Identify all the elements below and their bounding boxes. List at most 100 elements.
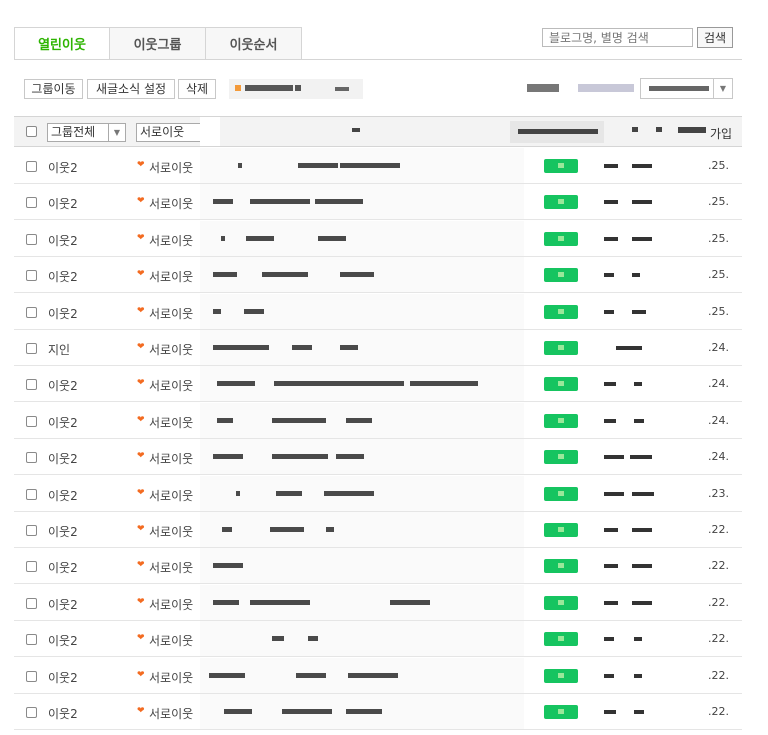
blurred-blog-name [221, 235, 225, 241]
blog-name-cell[interactable] [200, 512, 524, 547]
news-setting-button[interactable]: 새글소식 설정 [87, 79, 175, 99]
blog-name-cell[interactable] [200, 439, 524, 475]
row-checkbox[interactable] [26, 306, 37, 318]
relation-label[interactable]: 서로이웃 [149, 305, 193, 322]
group-label: 이웃2 [48, 306, 78, 321]
relation-label[interactable]: 서로이웃 [149, 159, 193, 176]
blurred-blog-name [276, 490, 302, 496]
search-button[interactable]: 검색 [697, 27, 733, 48]
blurred-blog-name [298, 163, 338, 168]
table-row: 이웃2 ❤ 서로이웃 .22. [14, 621, 742, 658]
select-all-checkbox[interactable] [26, 126, 37, 137]
sort-select[interactable]: ▼ [640, 78, 733, 99]
relation-label[interactable]: 서로이웃 [149, 341, 193, 358]
table-row: 이웃2 ❤ 서로이웃 .25. [14, 184, 742, 221]
joined-date: .24. [708, 413, 729, 427]
relation-label[interactable]: 서로이웃 [149, 669, 193, 686]
row-checkbox[interactable] [26, 597, 37, 609]
blog-name-cell[interactable] [200, 621, 524, 657]
joined-date: .24. [708, 341, 729, 354]
status-badge [544, 523, 578, 537]
blurred-date-part [604, 564, 618, 569]
relation-filter-select[interactable]: 서로이웃 [136, 123, 200, 142]
blog-name-cell[interactable] [200, 584, 524, 620]
row-checkbox[interactable] [26, 452, 37, 464]
relation-label[interactable]: 서로이웃 [149, 268, 193, 285]
blurred-blog-name [324, 490, 374, 496]
relation-label[interactable]: 서로이웃 [149, 705, 193, 722]
joined-date: .22. [708, 559, 729, 573]
blog-name-cell[interactable] [200, 148, 524, 183]
group-label: 이웃2 [48, 634, 78, 649]
blog-name-cell[interactable] [200, 548, 524, 584]
blurred-date-part [604, 637, 614, 642]
chevron-down-icon: ▼ [713, 79, 732, 98]
status-badge [544, 268, 578, 283]
group-filter-select[interactable]: 그룹전체 ▼ [47, 123, 126, 142]
blog-name-cell[interactable] [200, 293, 524, 329]
blog-name-cell[interactable] [200, 694, 524, 729]
row-checkbox[interactable] [26, 197, 37, 209]
blurred-toolbar-area [229, 79, 363, 99]
tab-neighbor-order[interactable]: 이웃순서 [206, 27, 302, 60]
row-checkbox[interactable] [26, 707, 37, 718]
relation-label[interactable]: 서로이웃 [149, 632, 193, 649]
blog-name-cell[interactable] [200, 402, 524, 438]
relation-label[interactable]: 서로이웃 [149, 414, 193, 431]
relation-label[interactable]: 서로이웃 [149, 450, 193, 467]
blurred-blog-name [318, 235, 346, 241]
row-checkbox[interactable] [26, 670, 37, 682]
tab-open-neighbors[interactable]: 열린이웃 [14, 27, 110, 60]
blurred-date-part [634, 637, 642, 642]
blog-name-cell[interactable] [200, 184, 524, 220]
row-checkbox[interactable] [26, 379, 37, 391]
row-checkbox[interactable] [26, 415, 37, 427]
heart-icon: ❤ [137, 451, 145, 462]
blurred-header [510, 121, 604, 143]
row-checkbox[interactable] [26, 161, 37, 172]
row-checkbox[interactable] [26, 343, 37, 354]
blog-name-cell[interactable] [200, 657, 524, 693]
row-checkbox[interactable] [26, 525, 37, 536]
blog-name-cell[interactable] [200, 330, 524, 365]
joined-date: .25. [708, 231, 729, 245]
search-input[interactable] [542, 28, 693, 47]
blog-name-cell[interactable] [200, 475, 524, 511]
delete-button[interactable]: 삭제 [178, 79, 216, 99]
table-row: 이웃2 ❤ 서로이웃 .25. [14, 148, 742, 184]
joined-date: .24. [708, 450, 729, 464]
heart-icon: ❤ [137, 232, 145, 243]
blurred-blog-name [213, 599, 239, 605]
blog-name-cell[interactable] [200, 220, 524, 256]
group-label: 이웃2 [48, 707, 78, 721]
status-badge [544, 486, 578, 501]
row-checkbox[interactable] [26, 561, 37, 573]
row-checkbox[interactable] [26, 233, 37, 245]
relation-label[interactable]: 서로이웃 [149, 195, 193, 212]
row-checkbox[interactable] [26, 270, 37, 282]
status-badge [544, 559, 578, 574]
relation-label[interactable]: 서로이웃 [149, 596, 193, 613]
blurred-blog-name [213, 272, 237, 278]
tab-bar: 열린이웃 이웃그룹 이웃순서 [14, 27, 302, 60]
row-checkbox[interactable] [26, 634, 37, 646]
relation-label[interactable]: 서로이웃 [149, 487, 193, 504]
relation-label[interactable]: 서로이웃 [149, 377, 193, 394]
group-label: 이웃2 [48, 233, 78, 248]
blurred-date-part [604, 200, 618, 205]
blurred-date-part [632, 273, 640, 278]
relation-label[interactable]: 서로이웃 [149, 559, 193, 576]
table-row: 이웃2 ❤ 서로이웃 .22. [14, 548, 742, 585]
tab-neighbor-groups[interactable]: 이웃그룹 [110, 27, 206, 60]
joined-date: .25. [708, 195, 729, 209]
table-header: 그룹전체 ▼ 서로이웃 가입 [14, 116, 742, 147]
move-group-button[interactable]: 그룹이동 [24, 79, 83, 99]
group-label: 이웃2 [48, 415, 78, 430]
relation-label[interactable]: 서로이웃 [149, 232, 193, 249]
blog-name-cell[interactable] [200, 366, 524, 402]
blurred-date-part [604, 710, 616, 714]
relation-label[interactable]: 서로이웃 [149, 523, 193, 540]
row-checkbox[interactable] [26, 488, 37, 500]
blog-name-cell[interactable] [200, 257, 524, 293]
blurred-date-part [634, 382, 642, 387]
